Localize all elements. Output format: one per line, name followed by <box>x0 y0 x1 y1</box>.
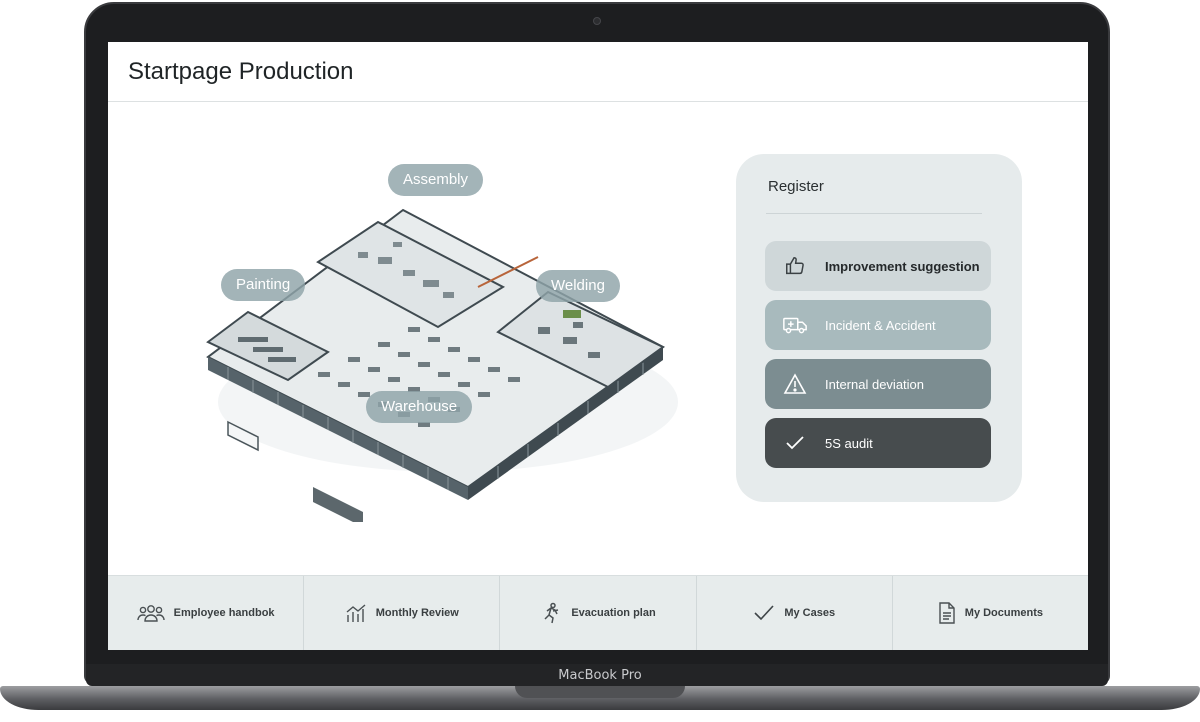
thumbs-up-icon <box>765 255 825 277</box>
page-header: Startpage Production <box>108 42 1088 102</box>
my-cases-label: My Cases <box>784 607 836 619</box>
device-brand-label: MacBook Pro <box>558 668 642 683</box>
check-icon <box>753 603 775 623</box>
area-tag-painting[interactable]: Painting <box>221 269 306 301</box>
5s-audit-label: 5S audit <box>825 435 873 451</box>
page-title: Startpage Production <box>128 58 354 85</box>
factory-floor-plan: Assembly Painting Welding Warehouse <box>178 142 688 527</box>
ambulance-icon <box>765 314 825 336</box>
webcam <box>593 17 601 25</box>
area-tag-welding[interactable]: Welding <box>536 270 620 302</box>
area-tag-warehouse[interactable]: Warehouse <box>366 391 473 423</box>
check-icon <box>765 433 825 453</box>
running-person-icon <box>540 602 562 624</box>
employee-handbook-link[interactable]: Employee handbok <box>108 576 305 650</box>
people-icon <box>136 603 165 623</box>
chart-icon <box>345 603 367 623</box>
internal-deviation-button[interactable]: Internal deviation <box>765 359 991 409</box>
my-documents-label: My Documents <box>964 607 1044 619</box>
my-cases-link[interactable]: My Cases <box>697 576 893 650</box>
monthly-review-link[interactable]: Monthly Review <box>304 576 501 650</box>
improvement-suggestion-button[interactable]: Improvement suggestion <box>765 241 991 291</box>
monthly-review-label: Monthly Review <box>375 607 459 619</box>
area-tag-assembly[interactable]: Assembly <box>388 164 484 196</box>
register-divider <box>766 213 982 214</box>
app-screen: Startpage Production Assembly Painting W… <box>108 42 1088 650</box>
internal-deviation-label: Internal deviation <box>825 376 925 392</box>
document-icon <box>938 602 956 624</box>
bottom-navigation: Employee handbok Monthly Review Evacuati… <box>108 575 1088 650</box>
evacuation-plan-link[interactable]: Evacuation plan <box>500 576 697 650</box>
incident-accident-label: Incident & Accident <box>825 317 936 333</box>
register-title: Register <box>768 178 824 195</box>
improvement-suggestion-label: Improvement suggestion <box>825 258 980 274</box>
register-panel: Register Improvement suggestion Incident… <box>736 154 1022 502</box>
warning-icon <box>765 373 825 395</box>
5s-audit-button[interactable]: 5S audit <box>765 418 991 468</box>
factory-floor-illustration <box>206 208 678 527</box>
laptop-notch <box>515 686 685 698</box>
my-documents-link[interactable]: My Documents <box>893 576 1088 650</box>
evacuation-plan-label: Evacuation plan <box>571 607 656 619</box>
incident-accident-button[interactable]: Incident & Accident <box>765 300 991 350</box>
employee-handbook-label: Employee handbok <box>173 607 275 619</box>
